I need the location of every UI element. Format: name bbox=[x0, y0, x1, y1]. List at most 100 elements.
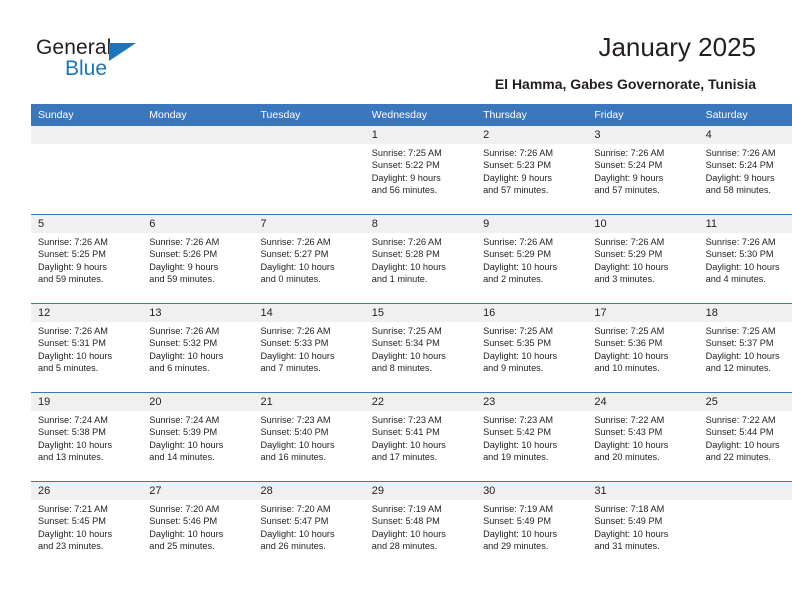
day-details: Sunrise: 7:23 AM Sunset: 5:40 PM Daylight:… bbox=[254, 411, 365, 464]
sunset-text: Sunset: 5:40 PM bbox=[260, 427, 329, 438]
calendar-day-cell[interactable]: 24 Sunrise: 7:22 AM Sunset: 5:43 PM Dayligh… bbox=[587, 392, 699, 482]
daylight-text-line2: and 12 minutes. bbox=[705, 363, 771, 374]
calendar-day-cell[interactable]: 12 Sunrise: 7:26 AM Sunset: 5:31 PM Dayligh… bbox=[31, 303, 143, 393]
calendar-day-cell[interactable]: 23 Sunrise: 7:23 AM Sunset: 5:42 PM Dayligh… bbox=[476, 392, 588, 482]
day-cell-30: 30 Sunrise: 7:19 AM Sunset: 5:49 PM Dayligh… bbox=[476, 482, 588, 570]
calendar-day-cell[interactable]: 22 Sunrise: 7:23 AM Sunset: 5:41 PM Dayligh… bbox=[364, 392, 477, 482]
daylight-text-line2: and 25 minutes. bbox=[149, 541, 215, 552]
calendar-week-row: 19 Sunrise: 7:24 AM Sunset: 5:38 PM Dayligh… bbox=[31, 392, 792, 482]
calendar-day-cell[interactable]: 14 Sunrise: 7:26 AM Sunset: 5:33 PM Dayligh… bbox=[253, 303, 365, 393]
sunset-text: Sunset: 5:26 PM bbox=[149, 249, 218, 260]
calendar-day-cell[interactable]: 30 Sunrise: 7:19 AM Sunset: 5:49 PM Dayligh… bbox=[476, 481, 588, 570]
calendar-day-cell[interactable] bbox=[253, 126, 365, 215]
day-cell-22: 22 Sunrise: 7:23 AM Sunset: 5:41 PM Dayligh… bbox=[364, 393, 477, 481]
calendar-day-cell[interactable]: 20 Sunrise: 7:24 AM Sunset: 5:39 PM Dayligh… bbox=[142, 392, 254, 482]
day-number: 7 bbox=[253, 215, 365, 233]
daylight-text-line1: Daylight: 10 hours bbox=[371, 261, 446, 272]
day-cell-24: 24 Sunrise: 7:22 AM Sunset: 5:43 PM Dayligh… bbox=[587, 393, 699, 481]
page-title: January 2025 bbox=[598, 32, 756, 62]
calendar-day-cell[interactable]: 5 Sunrise: 7:26 AM Sunset: 5:25 PM Daylight… bbox=[31, 214, 143, 304]
day-number: 2 bbox=[476, 126, 588, 144]
calendar-day-cell[interactable]: 15 Sunrise: 7:25 AM Sunset: 5:34 PM Dayligh… bbox=[364, 303, 477, 393]
day-cell-23: 23 Sunrise: 7:23 AM Sunset: 5:42 PM Dayligh… bbox=[476, 393, 588, 481]
calendar-day-cell[interactable]: 1 Sunrise: 7:25 AM Sunset: 5:22 PM Daylight… bbox=[364, 126, 477, 215]
day-number: 13 bbox=[142, 304, 254, 322]
calendar-day-cell[interactable] bbox=[31, 126, 143, 215]
calendar-day-cell[interactable]: 10 Sunrise: 7:26 AM Sunset: 5:29 PM Dayligh… bbox=[587, 214, 699, 304]
sunrise-text: Sunrise: 7:26 AM bbox=[38, 326, 108, 336]
sunrise-text: Sunrise: 7:24 AM bbox=[149, 415, 220, 425]
sunset-text: Sunset: 5:48 PM bbox=[371, 516, 440, 527]
month-calendar-table: Sunday Monday Tuesday Wednesday Thursday… bbox=[31, 104, 792, 570]
sunset-text: Sunset: 5:45 PM bbox=[38, 516, 106, 527]
daylight-text-line1: Daylight: 10 hours bbox=[371, 439, 446, 450]
calendar-day-cell[interactable]: 18 Sunrise: 7:25 AM Sunset: 5:37 PM Dayligh… bbox=[698, 303, 792, 393]
daylight-text-line2: and 1 minute. bbox=[371, 274, 428, 285]
weekday-header-thursday: Thursday bbox=[476, 104, 588, 126]
calendar-day-cell[interactable]: 6 Sunrise: 7:26 AM Sunset: 5:26 PM Daylight… bbox=[142, 214, 254, 304]
daylight-text-line2: and 20 minutes. bbox=[594, 452, 660, 463]
sunrise-text: Sunrise: 7:26 AM bbox=[705, 148, 776, 158]
day-cell-empty bbox=[253, 126, 365, 214]
sunset-text: Sunset: 5:22 PM bbox=[371, 160, 440, 171]
day-cell-20: 20 Sunrise: 7:24 AM Sunset: 5:39 PM Dayligh… bbox=[142, 393, 254, 481]
calendar-day-cell[interactable] bbox=[698, 481, 792, 570]
day-details: Sunrise: 7:20 AM Sunset: 5:47 PM Daylight:… bbox=[254, 500, 365, 553]
calendar-day-cell[interactable]: 26 Sunrise: 7:21 AM Sunset: 5:45 PM Dayligh… bbox=[31, 481, 143, 570]
sunset-text: Sunset: 5:38 PM bbox=[38, 427, 106, 438]
calendar-day-cell[interactable]: 16 Sunrise: 7:25 AM Sunset: 5:35 PM Dayligh… bbox=[476, 303, 588, 393]
calendar-day-cell[interactable]: 31 Sunrise: 7:18 AM Sunset: 5:49 PM Dayligh… bbox=[587, 481, 699, 570]
day-details: Sunrise: 7:26 AM Sunset: 5:28 PM Daylight:… bbox=[365, 233, 476, 286]
day-number: 30 bbox=[476, 482, 588, 500]
weekday-header-tuesday: Tuesday bbox=[253, 104, 365, 126]
daylight-text-line1: Daylight: 10 hours bbox=[149, 528, 224, 539]
calendar-day-cell[interactable]: 25 Sunrise: 7:22 AM Sunset: 5:44 PM Dayligh… bbox=[698, 392, 792, 482]
day-cell-17: 17 Sunrise: 7:25 AM Sunset: 5:36 PM Dayligh… bbox=[587, 304, 699, 392]
day-number: 1 bbox=[364, 126, 477, 144]
sunset-text: Sunset: 5:31 PM bbox=[38, 338, 106, 349]
calendar-day-cell[interactable]: 13 Sunrise: 7:26 AM Sunset: 5:32 PM Dayligh… bbox=[142, 303, 254, 393]
day-cell-10: 10 Sunrise: 7:26 AM Sunset: 5:29 PM Dayligh… bbox=[587, 215, 699, 303]
calendar-day-cell[interactable]: 3 Sunrise: 7:26 AM Sunset: 5:24 PM Daylight… bbox=[587, 126, 699, 215]
sunrise-text: Sunrise: 7:20 AM bbox=[149, 504, 220, 514]
daylight-text-line2: and 29 minutes. bbox=[483, 541, 549, 552]
calendar-day-cell[interactable]: 29 Sunrise: 7:19 AM Sunset: 5:48 PM Dayligh… bbox=[364, 481, 477, 570]
sunset-text: Sunset: 5:24 PM bbox=[705, 160, 774, 171]
calendar-week-row: 12 Sunrise: 7:26 AM Sunset: 5:31 PM Dayligh… bbox=[31, 303, 792, 393]
daylight-text-line1: Daylight: 10 hours bbox=[38, 350, 113, 361]
calendar-day-cell[interactable]: 27 Sunrise: 7:20 AM Sunset: 5:46 PM Dayligh… bbox=[142, 481, 254, 570]
day-cell-8: 8 Sunrise: 7:26 AM Sunset: 5:28 PM Daylight… bbox=[364, 215, 477, 303]
daylight-text-line2: and 8 minutes. bbox=[371, 363, 433, 374]
day-number: 24 bbox=[587, 393, 699, 411]
calendar-day-cell[interactable]: 7 Sunrise: 7:26 AM Sunset: 5:27 PM Daylight… bbox=[253, 214, 365, 304]
daylight-text-line2: and 31 minutes. bbox=[594, 541, 660, 552]
day-cell-2: 2 Sunrise: 7:26 AM Sunset: 5:23 PM Daylight… bbox=[476, 126, 588, 214]
daylight-text-line2: and 14 minutes. bbox=[149, 452, 215, 463]
calendar-day-cell[interactable]: 4 Sunrise: 7:26 AM Sunset: 5:24 PM Daylight… bbox=[698, 126, 792, 215]
general-blue-logo[interactable]: General Blue bbox=[36, 36, 166, 84]
sunrise-text: Sunrise: 7:23 AM bbox=[260, 415, 331, 425]
daylight-text-line2: and 6 minutes. bbox=[149, 363, 210, 374]
calendar-day-cell[interactable] bbox=[142, 126, 254, 215]
sunset-text: Sunset: 5:33 PM bbox=[260, 338, 329, 349]
calendar-day-cell[interactable]: 21 Sunrise: 7:23 AM Sunset: 5:40 PM Dayligh… bbox=[253, 392, 365, 482]
sunrise-text: Sunrise: 7:24 AM bbox=[38, 415, 108, 425]
day-cell-12: 12 Sunrise: 7:26 AM Sunset: 5:31 PM Dayligh… bbox=[31, 304, 143, 392]
calendar-day-cell[interactable]: 19 Sunrise: 7:24 AM Sunset: 5:38 PM Dayligh… bbox=[31, 392, 143, 482]
sunset-text: Sunset: 5:36 PM bbox=[594, 338, 663, 349]
sunset-text: Sunset: 5:27 PM bbox=[260, 249, 329, 260]
calendar-day-cell[interactable]: 28 Sunrise: 7:20 AM Sunset: 5:47 PM Dayligh… bbox=[253, 481, 365, 570]
calendar-day-cell[interactable]: 9 Sunrise: 7:26 AM Sunset: 5:29 PM Daylight… bbox=[476, 214, 588, 304]
calendar-day-cell[interactable]: 8 Sunrise: 7:26 AM Sunset: 5:28 PM Daylight… bbox=[364, 214, 477, 304]
daylight-text-line1: Daylight: 10 hours bbox=[149, 350, 224, 361]
daylight-text-line1: Daylight: 9 hours bbox=[149, 261, 219, 272]
day-details: Sunrise: 7:26 AM Sunset: 5:31 PM Daylight:… bbox=[31, 322, 142, 375]
sunrise-text: Sunrise: 7:25 AM bbox=[371, 326, 442, 336]
sunrise-text: Sunrise: 7:25 AM bbox=[483, 326, 554, 336]
calendar-day-cell[interactable]: 17 Sunrise: 7:25 AM Sunset: 5:36 PM Dayligh… bbox=[587, 303, 699, 393]
calendar-day-cell[interactable]: 11 Sunrise: 7:26 AM Sunset: 5:30 PM Dayligh… bbox=[698, 214, 792, 304]
daylight-text-line2: and 26 minutes. bbox=[260, 541, 326, 552]
calendar-day-cell[interactable]: 2 Sunrise: 7:26 AM Sunset: 5:23 PM Daylight… bbox=[476, 126, 588, 215]
day-details: Sunrise: 7:22 AM Sunset: 5:43 PM Daylight:… bbox=[587, 411, 698, 464]
day-cell-3: 3 Sunrise: 7:26 AM Sunset: 5:24 PM Daylight… bbox=[587, 126, 699, 214]
